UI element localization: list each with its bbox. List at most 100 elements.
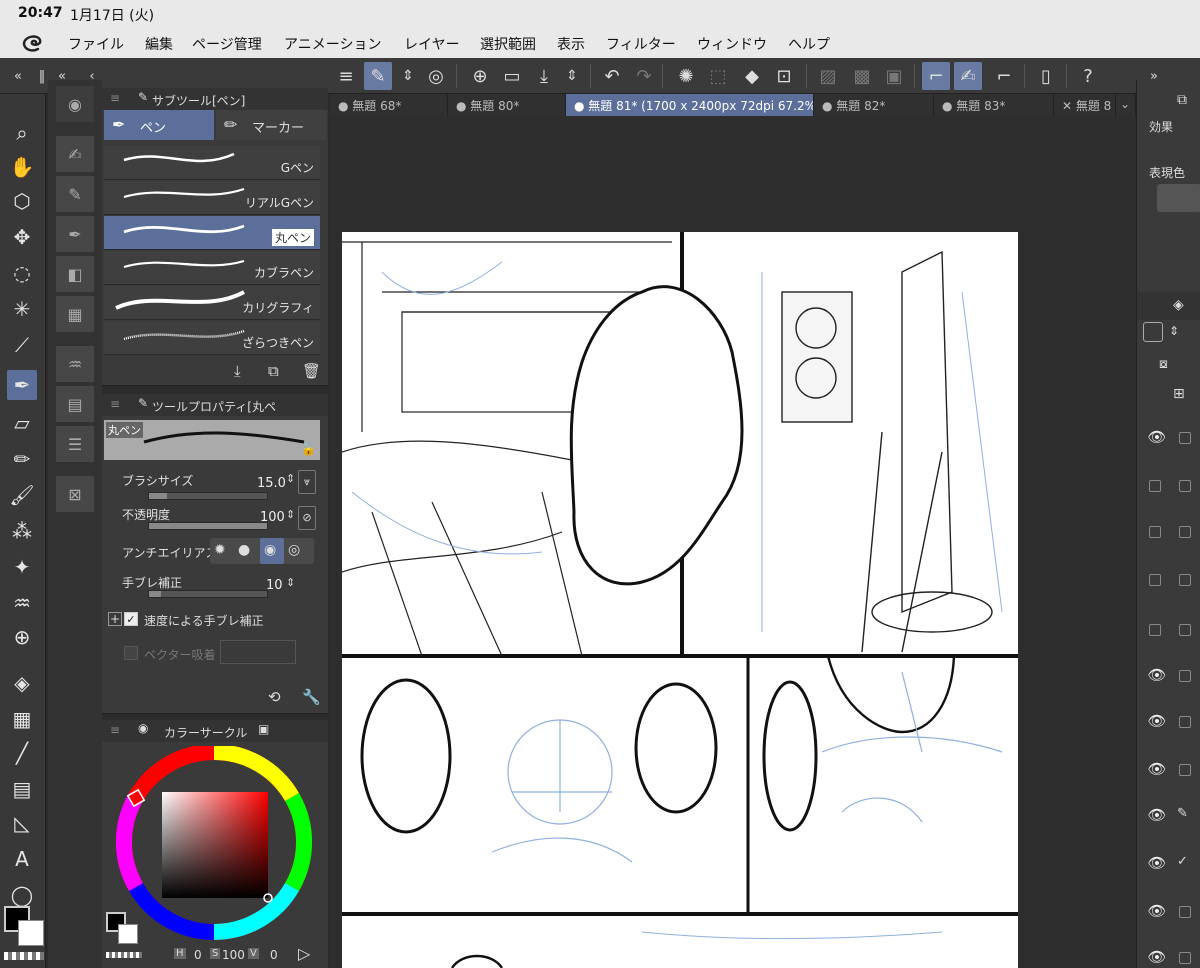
layer-visibility-icon[interactable]: 👁 <box>1145 806 1169 826</box>
film-icon[interactable]: ▤ <box>56 386 94 422</box>
panel-menu-icon[interactable]: ≡ <box>110 91 120 105</box>
color-sub-swatch[interactable] <box>118 924 138 944</box>
panel-menu-icon[interactable]: ≡ <box>110 723 120 737</box>
magic-wand-icon[interactable]: ✳ <box>7 294 37 324</box>
layer-visibility-checkbox[interactable] <box>1149 624 1161 636</box>
line-icon[interactable]: ╱ <box>7 738 37 768</box>
lock-icon[interactable]: 🔓 <box>301 442 316 456</box>
pencil-icon[interactable]: ✏ <box>7 444 37 474</box>
transform-icon[interactable]: ⊡ <box>770 62 798 90</box>
expression-color-select[interactable] <box>1157 184 1200 212</box>
menu-filter[interactable]: フィルター <box>606 34 676 54</box>
ruler-off-icon[interactable]: ▨ <box>814 62 842 90</box>
menu-animation[interactable]: アニメーション <box>284 34 381 54</box>
reset-icon[interactable]: ⟲ <box>268 688 281 706</box>
timeline-icon[interactable]: ☰ <box>56 426 94 462</box>
pen-pressure-icon[interactable]: ⌐ <box>922 62 950 90</box>
layer-visibility-icon[interactable]: 👁 <box>1145 902 1169 922</box>
save-icon[interactable]: ⤓ <box>530 62 558 90</box>
app-logo-icon[interactable] <box>20 32 44 54</box>
layer-visibility-icon[interactable]: 👁 <box>1145 428 1169 448</box>
menu-selection[interactable]: 選択範囲 <box>480 34 536 54</box>
layer-lock-checkbox[interactable] <box>1179 716 1191 728</box>
layer-visibility-checkbox[interactable] <box>1149 574 1161 586</box>
pen-alt-icon[interactable]: ✒ <box>56 216 94 252</box>
pen-group-icon[interactable]: ✍ <box>56 136 94 172</box>
open-folder-icon[interactable]: ▭ <box>498 62 526 90</box>
vector-snap-checkbox[interactable] <box>124 646 138 660</box>
stabilization-value[interactable]: 10 <box>266 578 283 593</box>
reference-layer-icon[interactable]: ⧇ <box>1159 356 1168 372</box>
layer-visibility-checkbox[interactable] <box>1149 480 1161 492</box>
delete-subtool-icon[interactable]: 🗑 <box>302 362 321 380</box>
new-file-icon[interactable]: ⊕ <box>466 62 494 90</box>
import-subtool-icon[interactable]: ⤓ <box>234 362 241 380</box>
antialias-strong-icon[interactable]: ◎ <box>288 542 300 558</box>
layer-visibility-icon[interactable]: 👁 <box>1145 760 1169 780</box>
brush-stroke-icon[interactable]: ✍ <box>954 62 982 90</box>
hamburger-menu-icon[interactable]: ≡ <box>332 62 360 90</box>
pen-tool-icon[interactable]: ✒ <box>7 370 37 400</box>
save-options-icon[interactable]: ⇕ <box>558 62 586 90</box>
opacity-toggle-icon[interactable]: ⊘ <box>298 506 316 530</box>
zoom-icon[interactable]: ⌕ <box>7 118 37 148</box>
tab-untitled-68[interactable]: ● 無題 68* <box>330 94 448 116</box>
pen-pressure-toggle-icon[interactable]: ⩔ <box>298 470 316 494</box>
eraser-icon[interactable]: ▱ <box>7 408 37 438</box>
edit-mode-icon[interactable]: ✎ <box>364 62 392 90</box>
loading-icon[interactable]: ✺ <box>672 62 700 90</box>
transparent-color-swatch[interactable] <box>4 952 44 960</box>
snap-ruler-icon[interactable]: ⌐ <box>990 62 1018 90</box>
brush-round-pen[interactable]: 丸ペン <box>104 216 320 250</box>
grid-off-icon[interactable]: ▩ <box>848 62 876 90</box>
frame-border-icon[interactable]: ▤ <box>7 774 37 804</box>
brush-calligraphy[interactable]: カリグラフィ <box>104 286 320 320</box>
panel-menu-icon[interactable]: ≡ <box>110 397 120 411</box>
layer-visibility-icon[interactable]: 👁 <box>1145 666 1169 686</box>
frame-icon[interactable]: ▣ <box>880 62 908 90</box>
antialias-none-icon[interactable]: ✹ <box>214 542 226 558</box>
menu-layer[interactable]: レイヤー <box>404 34 460 54</box>
layer-lock-checkbox[interactable] <box>1179 526 1191 538</box>
opacity-value[interactable]: 100 <box>260 510 285 525</box>
menu-page[interactable]: ページ管理 <box>192 34 262 54</box>
opacity-slider[interactable] <box>148 522 268 530</box>
fill-bucket-icon[interactable]: ◈ <box>7 668 37 698</box>
figure-icon[interactable]: ⊕ <box>7 622 37 652</box>
layer-lock-checkbox[interactable] <box>1179 574 1191 586</box>
opacity-stepper-icon[interactable]: ⇕ <box>286 508 295 521</box>
redo-icon[interactable]: ↷ <box>630 62 658 90</box>
blend-icon[interactable]: ♒ <box>7 588 37 618</box>
manga-page[interactable] <box>342 232 1018 968</box>
brush-g-pen[interactable]: Gペン <box>104 146 320 180</box>
blend-mode-stepper-icon[interactable]: ⇕ <box>1169 324 1179 338</box>
brush-size-slider[interactable] <box>148 492 268 500</box>
new-layer-icon[interactable]: ⊞ <box>1173 386 1185 402</box>
brush-rough-pen[interactable]: ざらつきペン <box>104 321 320 355</box>
vector-snap-options[interactable] <box>220 640 296 664</box>
move-layer-icon[interactable]: ✥ <box>7 222 37 252</box>
layer-visibility-checkbox[interactable] <box>1149 526 1161 538</box>
lasso-icon[interactable]: ◌ <box>7 258 37 288</box>
speed-stabilization-checkbox[interactable]: ✓ <box>124 612 138 626</box>
airbrush-icon[interactable]: ⁂ <box>7 516 37 546</box>
brush-icon[interactable]: 🖌 <box>7 480 37 510</box>
material-icon[interactable]: ▦ <box>56 296 94 332</box>
clear-selection-icon[interactable]: ⬚ <box>704 62 732 90</box>
sub-color-swatch[interactable] <box>18 920 44 946</box>
layer-visibility-icon[interactable]: 👁 <box>1145 854 1169 874</box>
ruler-icon[interactable]: ◺ <box>7 808 37 838</box>
undo-icon[interactable]: ↶ <box>598 62 626 90</box>
color-wheel[interactable] <box>102 746 328 946</box>
blend-mode-select[interactable] <box>1143 322 1163 342</box>
layer-lock-checkbox[interactable] <box>1179 670 1191 682</box>
duplicate-subtool-icon[interactable]: ⧉ <box>268 362 279 380</box>
text-icon[interactable]: A <box>7 844 37 874</box>
color-mode-toggle-icon[interactable]: ▷ <box>298 944 310 963</box>
layers-icon[interactable]: ◈ <box>1173 297 1184 313</box>
tab-marker[interactable]: ✏ マーカー <box>216 110 326 140</box>
layer-visibility-icon[interactable]: 👁 <box>1145 712 1169 732</box>
pen-settings-icon[interactable]: ✎ <box>56 176 94 212</box>
hand-icon[interactable]: ✋ <box>7 152 37 182</box>
color-transparent-swatch[interactable] <box>106 952 142 958</box>
